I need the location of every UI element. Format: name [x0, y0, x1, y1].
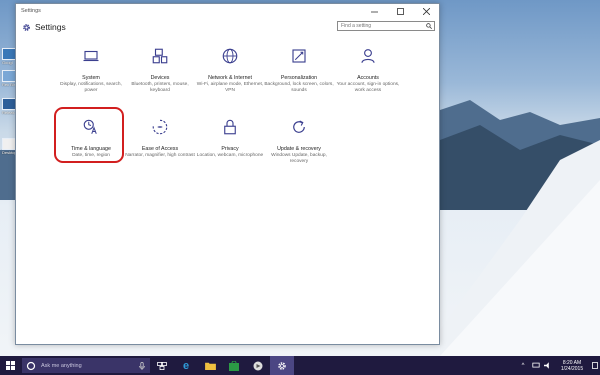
- maximize-icon: [396, 7, 404, 15]
- folder-icon: [204, 362, 216, 370]
- tile-description: Your account, sign-in options, work acce…: [336, 82, 400, 93]
- tile-title: Network & Internet: [208, 75, 252, 81]
- settings-window: Settings Settings Find a setting System …: [15, 3, 440, 345]
- taskbar-search[interactable]: Ask me anything: [22, 358, 150, 373]
- window-title: Settings: [21, 8, 41, 14]
- tile-description: Wi-Fi, airplane mode, Ethernet, VPN: [196, 82, 264, 93]
- search-input[interactable]: [338, 22, 425, 30]
- tile-ease-of-access[interactable]: Ease of Access Narrator, magnifier, high…: [123, 118, 197, 159]
- tray-chevron-button[interactable]: ^: [516, 356, 530, 375]
- tile-title: System: [82, 75, 100, 81]
- settings-header: Settings: [16, 18, 439, 36]
- network-tray-button[interactable]: [530, 356, 542, 375]
- lock-icon: [224, 119, 236, 135]
- gear-icon: [23, 23, 30, 31]
- file-explorer-taskbar-button[interactable]: [198, 356, 222, 375]
- system-tray: ^ 8:20 AM 1/24/2015: [516, 356, 600, 375]
- app-icon: [2, 98, 16, 110]
- app-icon: [2, 48, 16, 60]
- clock[interactable]: 8:20 AM 1/24/2015: [554, 360, 590, 372]
- media-taskbar-button[interactable]: [246, 356, 270, 375]
- minimize-button[interactable]: [361, 4, 387, 18]
- window-controls: [361, 4, 439, 18]
- globe-icon: [222, 48, 238, 64]
- media-icon: [253, 361, 263, 370]
- notifications-icon: [592, 362, 598, 369]
- chevron-up-icon: ^: [521, 362, 525, 369]
- tile-description: Location, webcam, microphone: [196, 153, 264, 158]
- app-icon: [2, 138, 16, 150]
- tile-title: Accounts: [357, 75, 379, 81]
- paint-icon: [292, 49, 306, 63]
- tile-description: Narrator, magnifier, high contrast: [125, 153, 195, 158]
- internet-explorer-icon: e: [182, 359, 190, 372]
- close-button[interactable]: [413, 4, 439, 18]
- tile-system[interactable]: System Display, notifications, search, p…: [54, 47, 128, 94]
- store-icon: [229, 360, 239, 371]
- windows-logo-icon: [5, 361, 15, 370]
- clock-date: 1/24/2015: [560, 365, 584, 372]
- volume-icon: [544, 362, 549, 369]
- tile-description: Background, lock screen, colors, sounds: [264, 82, 334, 93]
- tile-title: Personalization: [280, 75, 318, 81]
- maximize-button[interactable]: [387, 4, 413, 18]
- page-title: Settings: [35, 22, 66, 32]
- tile-accounts[interactable]: Accounts Your account, sign-in options, …: [331, 47, 405, 94]
- refresh-icon: [293, 120, 305, 133]
- task-view-icon: [157, 361, 167, 370]
- recycle-bin-icon: [2, 70, 16, 82]
- gear-icon: [278, 361, 286, 370]
- desktop-icon[interactable]: Desktop: [2, 138, 17, 155]
- tile-devices[interactable]: Devices Bluetooth, printers, mouse, keyb…: [123, 47, 197, 94]
- tile-network[interactable]: Network & Internet Wi-Fi, airplane mode,…: [193, 47, 267, 94]
- tile-update-recovery[interactable]: Update & recovery Windows Update, backup…: [262, 118, 336, 165]
- volume-tray-button[interactable]: [542, 356, 554, 375]
- desktop-icon-label: Releas: [2, 110, 15, 115]
- highlight-annotation: [54, 107, 124, 163]
- tile-title: Ease of Access: [141, 146, 179, 152]
- title-bar[interactable]: Settings: [16, 4, 439, 18]
- ie-taskbar-button[interactable]: e: [174, 356, 198, 375]
- microphone-icon: [139, 361, 145, 370]
- laptop-icon: [83, 50, 99, 62]
- start-button[interactable]: [0, 356, 20, 375]
- cortana-icon: [26, 361, 36, 370]
- desktop-icon-label: Googl: [2, 60, 13, 65]
- tile-description: Display, notifications, search, power: [60, 82, 122, 93]
- tile-personalization[interactable]: Personalization Background, lock screen,…: [262, 47, 336, 94]
- desktop-icon-label: Desktop: [2, 150, 17, 155]
- desktop-icon[interactable]: Releas: [2, 98, 16, 115]
- desktop-icon[interactable]: Googl: [2, 48, 16, 65]
- minimize-icon: [370, 11, 378, 12]
- notifications-button[interactable]: [590, 356, 600, 375]
- desktop-icon[interactable]: Rec Bin: [2, 70, 17, 87]
- taskbar: Ask me anything e ^ 8:20 AM 1/24/2015: [0, 356, 600, 375]
- task-view-button[interactable]: [150, 356, 174, 375]
- tile-description: Windows Update, backup, recovery: [271, 153, 327, 164]
- taskbar-search-text: Ask me anything: [41, 362, 82, 369]
- tile-title: Update & recovery: [277, 146, 321, 152]
- tile-description: Bluetooth, printers, mouse, keyboard: [131, 82, 189, 93]
- settings-taskbar-button[interactable]: [270, 356, 294, 375]
- person-icon: [361, 49, 375, 63]
- tile-title: Privacy: [221, 146, 239, 152]
- store-taskbar-button[interactable]: [222, 356, 246, 375]
- close-icon: [422, 7, 430, 15]
- ease-of-access-icon: [152, 119, 168, 135]
- tile-title: Devices: [150, 75, 170, 81]
- network-icon: [532, 362, 540, 368]
- search-icon[interactable]: [425, 22, 433, 30]
- tile-privacy[interactable]: Privacy Location, webcam, microphone: [193, 118, 267, 159]
- devices-icon: [152, 48, 168, 64]
- desktop-icon-label: Rec Bin: [2, 82, 17, 87]
- search-box: [337, 21, 435, 31]
